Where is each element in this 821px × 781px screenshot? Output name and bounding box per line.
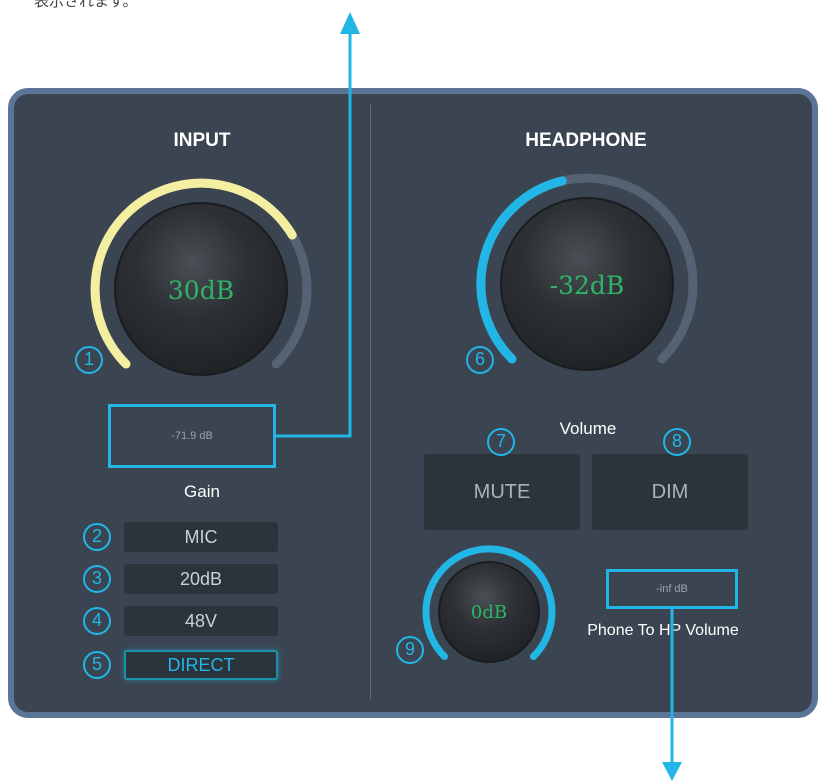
arrow-up-icon <box>340 12 360 34</box>
callout-arrows <box>276 12 682 781</box>
arrow-down-icon <box>662 762 682 781</box>
meter-callout-line <box>276 30 352 438</box>
